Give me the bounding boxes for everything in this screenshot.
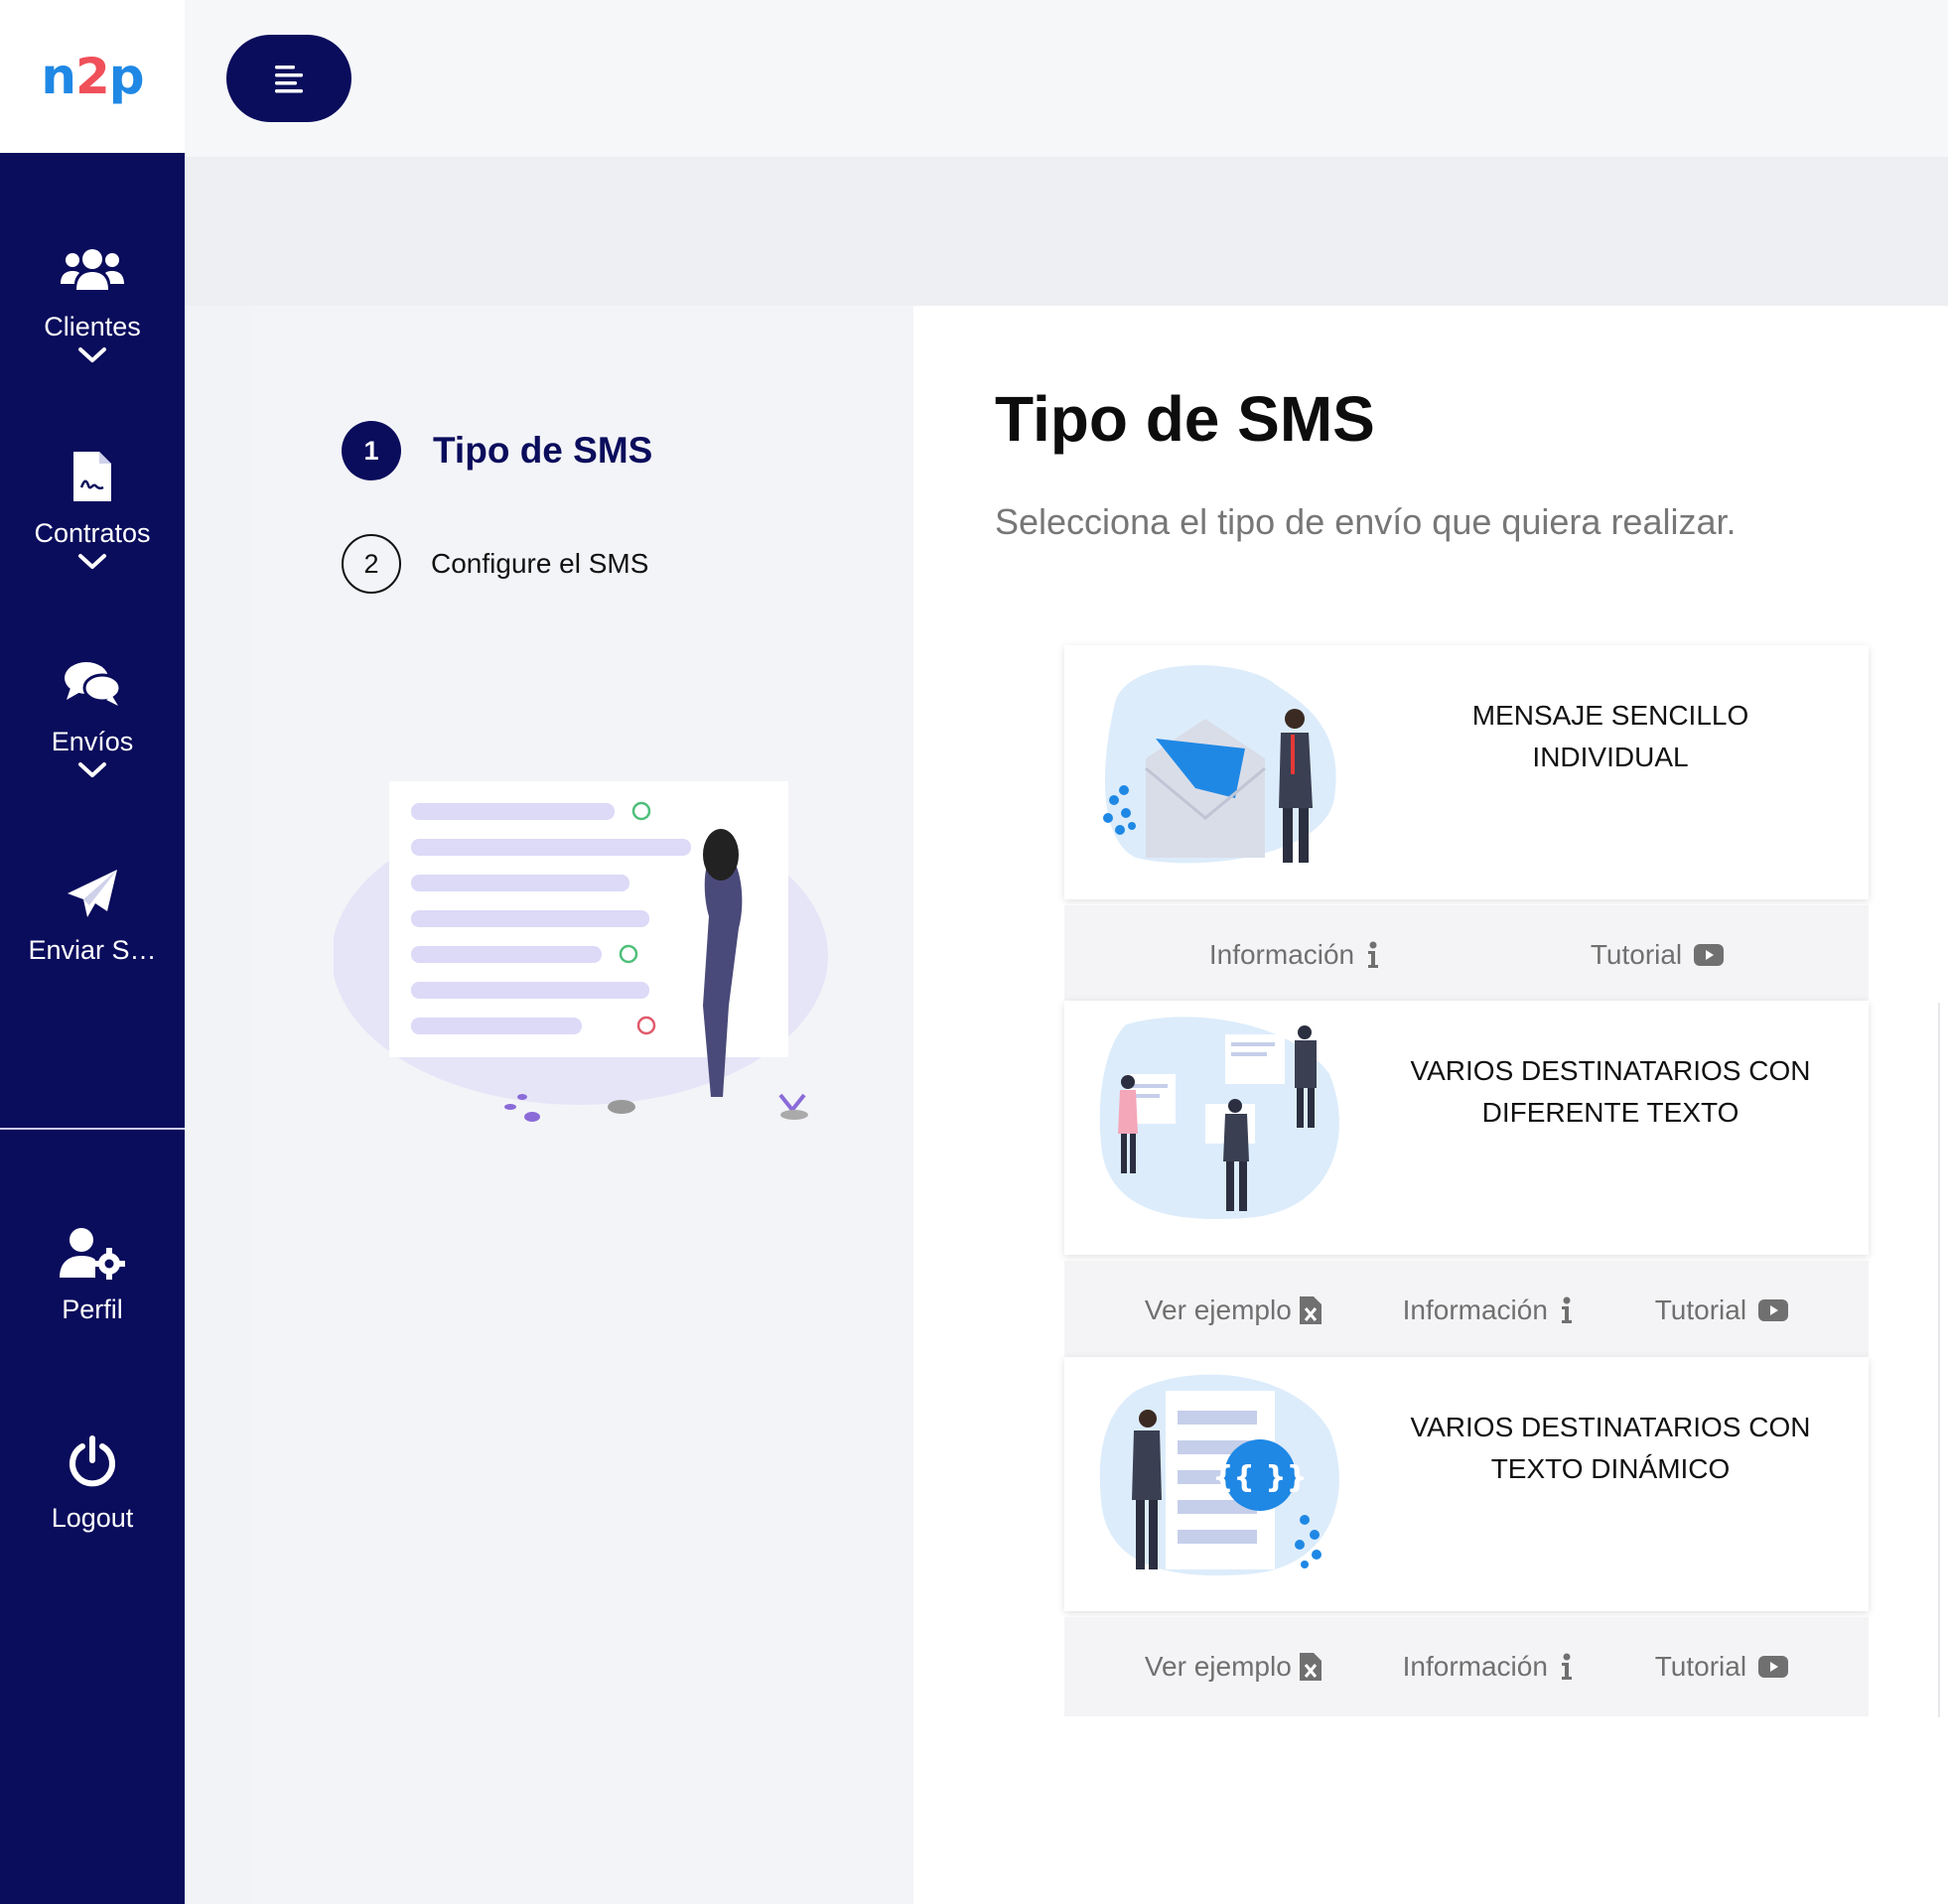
wizard-step-1[interactable]: 1 Tipo de SMS: [342, 421, 652, 480]
card-actions-single: Información Tutorial: [1064, 905, 1869, 1005]
card-title-line: DIFERENTE TEXTO: [1481, 1097, 1739, 1128]
users-icon: [58, 242, 127, 298]
sidebar-item-label: Clientes: [44, 312, 141, 341]
step-label: Tipo de SMS: [433, 430, 653, 471]
view-example-label: Ver ejemplo: [1144, 1294, 1292, 1325]
sidebar-item-label: Perfil: [62, 1294, 123, 1324]
info-link-label: Información: [1402, 1294, 1548, 1325]
sidebar-item-logout[interactable]: Logout: [0, 1433, 185, 1534]
info-link[interactable]: Información: [1209, 939, 1380, 971]
envelope-illustration: [1103, 665, 1336, 864]
contract-file-icon: [58, 449, 127, 504]
youtube-icon: [1694, 944, 1725, 966]
user-gear-icon: [58, 1225, 127, 1281]
team-illustration: [1099, 1017, 1339, 1220]
sidebar-item-perfil[interactable]: Perfil: [0, 1225, 185, 1325]
page-subtitle: Selecciona el tipo de envío que quiera r…: [995, 501, 1737, 542]
info-icon: [1561, 1653, 1572, 1680]
logo-digit-2: 2: [75, 48, 110, 105]
logo-container[interactable]: n2p: [0, 0, 185, 153]
info-link-label: Información: [1402, 1651, 1548, 1682]
page-title: Tipo de SMS: [995, 383, 1375, 455]
sidebar-item-label: Envíos: [51, 727, 134, 756]
youtube-icon: [1758, 1656, 1789, 1678]
info-link[interactable]: Información: [1403, 1294, 1574, 1326]
page-header-band: [185, 157, 1948, 306]
info-icon: [1561, 1296, 1572, 1323]
sms-type-card-single[interactable]: MENSAJE SENCILLO INDIVIDUAL: [1064, 645, 1869, 899]
svg-text:{{ }}: {{ }}: [1212, 1460, 1308, 1495]
step-number-badge: 2: [342, 534, 401, 594]
info-link-label: Información: [1208, 939, 1355, 970]
sidebar: Clientes Contratos Envíos Enviar S… Perf…: [0, 153, 185, 1904]
sms-type-card-multi-dynamic[interactable]: {{ }} VARIOS DESTINATARIOS CON TEXTO DIN…: [1064, 1357, 1869, 1611]
sidebar-divider: [0, 1128, 185, 1130]
step-label: Configure el SMS: [431, 548, 649, 579]
card-title-line: INDIVIDUAL: [1532, 742, 1689, 772]
tutorial-link-label: Tutorial: [1590, 939, 1683, 970]
card-title: VARIOS DESTINATARIOS CON TEXTO DINÁMICO: [1372, 1407, 1849, 1490]
chevron-down-icon: [77, 553, 107, 576]
tutorial-link[interactable]: Tutorial: [1654, 1651, 1789, 1683]
logo-letter-n: n: [41, 48, 76, 105]
sidebar-item-label: Enviar S…: [28, 935, 157, 965]
card-actions-multi-different: Ver ejemplo Información Tutorial: [1064, 1261, 1869, 1360]
card-title: MENSAJE SENCILLO INDIVIDUAL: [1372, 695, 1849, 778]
card-title-line: VARIOS DESTINATARIOS CON: [1410, 1055, 1811, 1086]
excel-file-icon: [1299, 1653, 1322, 1681]
sms-type-card-multi-different[interactable]: VARIOS DESTINATARIOS CON DIFERENTE TEXTO: [1064, 1001, 1869, 1255]
top-bar: [185, 0, 1948, 157]
wizard-steps-panel: 1 Tipo de SMS 2 Configure el SMS: [254, 306, 913, 1904]
app-logo: n2p: [41, 48, 145, 105]
sidebar-item-enviar-sms[interactable]: Enviar S…: [0, 866, 185, 966]
tutorial-link[interactable]: Tutorial: [1590, 939, 1725, 971]
chevron-down-icon: [77, 761, 107, 784]
info-icon: [1368, 941, 1379, 968]
chat-bubbles-icon: [58, 657, 127, 713]
adjacent-card-edge: [1938, 1003, 1948, 1717]
view-example-label: Ver ejemplo: [1144, 1651, 1292, 1682]
view-example-link[interactable]: Ver ejemplo: [1145, 1651, 1322, 1683]
tutorial-link-label: Tutorial: [1654, 1294, 1747, 1325]
dynamic-text-illustration: {{ }}: [1099, 1374, 1339, 1576]
excel-file-icon: [1299, 1296, 1322, 1324]
card-title-line: VARIOS DESTINATARIOS CON: [1410, 1412, 1811, 1442]
info-link[interactable]: Información: [1403, 1651, 1574, 1683]
checklist-illustration: [334, 781, 828, 1122]
menu-align-icon: [275, 66, 303, 93]
tutorial-link[interactable]: Tutorial: [1654, 1294, 1789, 1326]
sidebar-item-contratos[interactable]: Contratos: [0, 449, 185, 576]
card-title: VARIOS DESTINATARIOS CON DIFERENTE TEXTO: [1372, 1050, 1849, 1134]
card-title-line: TEXTO DINÁMICO: [1490, 1453, 1731, 1484]
sidebar-item-label: Contratos: [34, 518, 151, 548]
paper-plane-icon: [58, 866, 127, 921]
power-icon: [58, 1433, 127, 1489]
youtube-icon: [1758, 1299, 1789, 1321]
wizard-step-2[interactable]: 2 Configure el SMS: [342, 534, 648, 594]
sidebar-item-clientes[interactable]: Clientes: [0, 242, 185, 369]
logo-letter-p: p: [108, 48, 145, 105]
sidebar-item-envios[interactable]: Envíos: [0, 657, 185, 784]
tutorial-link-label: Tutorial: [1654, 1651, 1747, 1682]
card-actions-multi-dynamic: Ver ejemplo Información Tutorial: [1064, 1617, 1869, 1716]
step-number-badge: 1: [342, 421, 401, 480]
menu-toggle-button[interactable]: [226, 35, 351, 122]
chevron-down-icon: [77, 346, 107, 369]
view-example-link[interactable]: Ver ejemplo: [1145, 1294, 1322, 1326]
sidebar-item-label: Logout: [51, 1503, 134, 1533]
card-title-line: MENSAJE SENCILLO: [1471, 700, 1749, 731]
